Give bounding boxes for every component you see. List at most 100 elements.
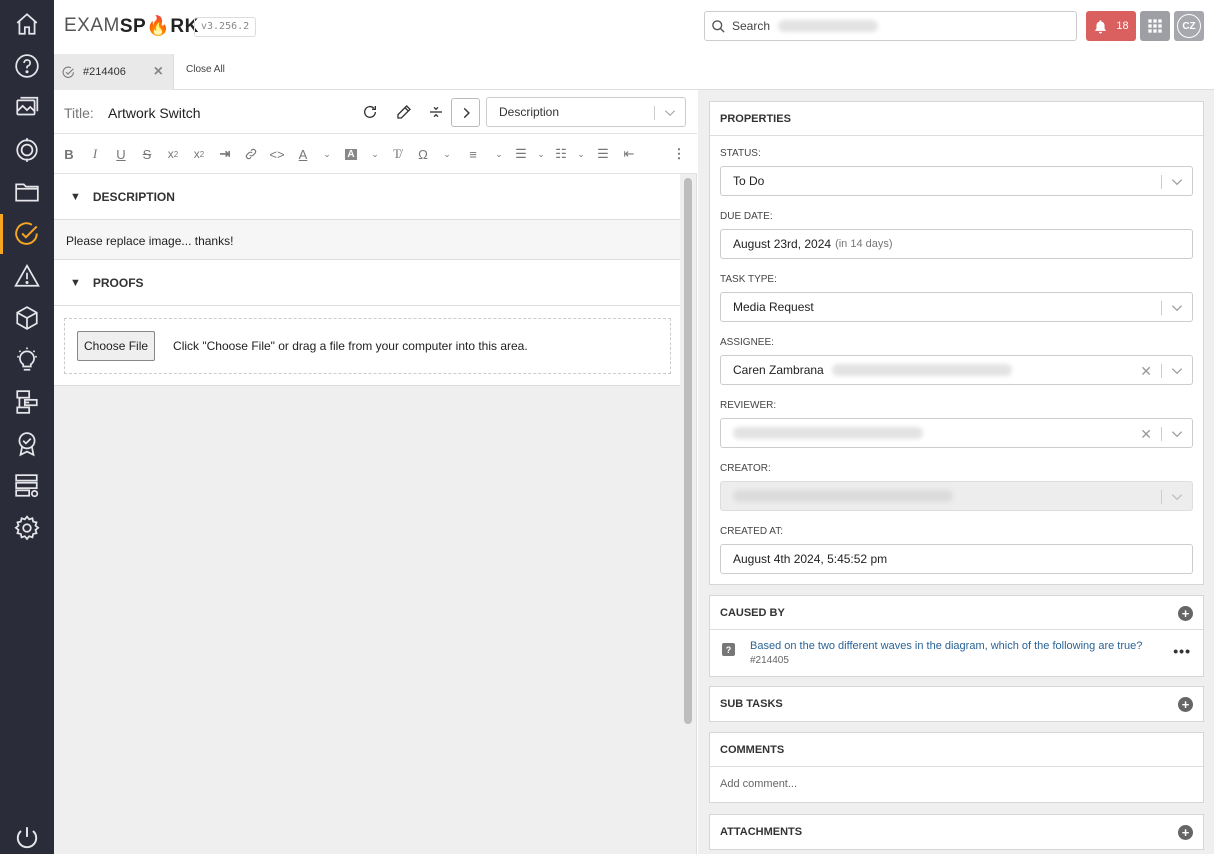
nav-targets[interactable]: [0, 130, 54, 170]
sub-tasks-heading: SUB TASKS +: [710, 687, 1203, 721]
add-attachment-icon[interactable]: +: [1178, 825, 1193, 840]
align-icon[interactable]: ≡: [464, 145, 482, 163]
reviewer-select[interactable]: ✕: [720, 418, 1193, 448]
apps-grid-button[interactable]: [1140, 11, 1170, 41]
bell-icon: [1095, 19, 1107, 33]
caused-by-link[interactable]: Based on the two different waves in the …: [750, 639, 1160, 668]
nav-tasks[interactable]: [0, 214, 54, 254]
avatar-initials: CZ: [1177, 14, 1201, 38]
close-tab-icon[interactable]: ×: [154, 63, 163, 81]
examspark-logo[interactable]: EXAM SP🔥RK: [64, 14, 199, 38]
more-vertical-icon[interactable]: ⋮: [670, 145, 688, 163]
due-date-relative: (in 14 days): [835, 238, 893, 250]
text-color-icon[interactable]: A: [294, 145, 312, 163]
task-title[interactable]: Artwork Switch: [108, 105, 201, 121]
search-redacted: [778, 20, 879, 32]
nav-workflows[interactable]: [0, 382, 54, 422]
add-caused-by-icon[interactable]: +: [1178, 606, 1193, 621]
nav-certifications[interactable]: [0, 424, 54, 464]
edit-button[interactable]: [394, 102, 414, 122]
reviewer-redacted: [733, 427, 923, 439]
choose-file-button[interactable]: Choose File: [77, 331, 156, 361]
refresh-icon: [364, 105, 376, 118]
nav-home[interactable]: [0, 4, 54, 44]
bullet-list-icon[interactable]: ☰: [512, 145, 530, 163]
chevron-down-icon[interactable]: ⌄: [366, 145, 384, 163]
caused-by-id: #214405: [750, 655, 789, 666]
search-input[interactable]: Search: [704, 11, 1077, 41]
nav-questions[interactable]: [0, 46, 54, 86]
clear-icon[interactable]: ✕: [1140, 363, 1152, 380]
nav-logout[interactable]: [0, 818, 54, 854]
nav-issues[interactable]: [0, 256, 54, 296]
indent-arrow-icon[interactable]: ⇥: [216, 145, 234, 163]
chevron-down-icon[interactable]: ⌄: [490, 145, 508, 163]
proofs-section-header[interactable]: ▼ PROOFS: [54, 260, 680, 306]
link-icon[interactable]: [242, 145, 260, 163]
chevron-down-icon[interactable]: ⌄: [438, 145, 456, 163]
view-select[interactable]: Description: [486, 97, 686, 127]
next-button[interactable]: [451, 98, 480, 127]
chevron-down-icon: [1171, 305, 1183, 312]
search-icon: [712, 19, 725, 33]
notifications-button[interactable]: 18: [1086, 11, 1136, 41]
scrollbar-thumb[interactable]: [684, 178, 692, 724]
pencil-icon: [397, 105, 411, 119]
italic-icon[interactable]: I: [86, 145, 104, 163]
subscript-icon[interactable]: x2: [164, 145, 182, 163]
nav-folders[interactable]: [0, 172, 54, 212]
nav-settings[interactable]: [0, 508, 54, 548]
task-type-select[interactable]: Media Request: [720, 292, 1193, 322]
split-button[interactable]: [426, 102, 446, 122]
comments-panel: COMMENTS Add comment...: [709, 732, 1204, 803]
refresh-button[interactable]: [360, 102, 380, 122]
checklist-icon[interactable]: ☰: [594, 145, 612, 163]
task-editor-panel: Title: Artwork Switch Description B I U …: [54, 90, 697, 854]
nav-servers[interactable]: [0, 466, 54, 506]
bold-icon[interactable]: B: [60, 145, 78, 163]
assignee-redacted: [831, 364, 1012, 376]
chevron-down-icon: [1171, 368, 1183, 375]
search-label: Search: [732, 19, 771, 33]
chevron-down-icon: [1171, 179, 1183, 186]
editor-scrollbar[interactable]: [683, 174, 693, 854]
user-avatar-button[interactable]: CZ: [1174, 11, 1204, 41]
close-all-button[interactable]: Close All: [186, 64, 225, 75]
underline-icon[interactable]: U: [112, 145, 130, 163]
nav-media[interactable]: [0, 88, 54, 128]
chevron-down-icon[interactable]: ⌄: [572, 145, 590, 163]
superscript-icon[interactable]: x2: [190, 145, 208, 163]
home-icon: [16, 13, 38, 35]
sub-tasks-panel: SUB TASKS +: [709, 686, 1204, 722]
numbered-list-icon[interactable]: ☷: [552, 145, 570, 163]
file-drop-zone[interactable]: Choose File Click "Choose File" or drag …: [64, 318, 671, 374]
due-date-field[interactable]: August 23rd, 2024 (in 14 days): [720, 229, 1193, 259]
add-sub-task-icon[interactable]: +: [1178, 697, 1193, 712]
assignee-select[interactable]: Caren Zambrana ✕: [720, 355, 1193, 385]
nav-ideas[interactable]: [0, 340, 54, 380]
more-options-icon[interactable]: •••: [1173, 643, 1191, 659]
strikethrough-icon[interactable]: S: [138, 145, 156, 163]
omega-icon[interactable]: Ω: [414, 145, 432, 163]
clear-icon[interactable]: ✕: [1140, 426, 1152, 443]
nav-packages[interactable]: [0, 298, 54, 338]
power-icon: [16, 827, 38, 849]
highlight-color-icon[interactable]: A: [342, 145, 360, 163]
creator-label: CREATOR:: [720, 463, 771, 474]
comment-input[interactable]: Add comment...: [710, 767, 1203, 801]
code-icon[interactable]: <>: [268, 145, 286, 163]
chevron-right-icon: [463, 107, 470, 118]
outdent-icon[interactable]: ⇤: [620, 145, 638, 163]
chevron-down-icon[interactable]: ⌄: [532, 145, 550, 163]
description-text[interactable]: Please replace image... thanks!: [54, 220, 680, 260]
attachments-heading: ATTACHMENTS +: [710, 815, 1203, 849]
proofs-body: Choose File Click "Choose File" or drag …: [54, 306, 680, 386]
tab-task[interactable]: #214406 ×: [54, 54, 174, 90]
caused-by-panel: CAUSED BY + ? Based on the two different…: [709, 595, 1204, 677]
due-date-label: DUE DATE:: [720, 211, 773, 222]
chevron-down-icon[interactable]: ⌄: [318, 145, 336, 163]
status-select[interactable]: To Do: [720, 166, 1193, 196]
clear-format-icon[interactable]: T̸: [388, 145, 406, 163]
description-section-header[interactable]: ▼ DESCRIPTION: [54, 174, 680, 220]
status-label: STATUS:: [720, 148, 761, 159]
